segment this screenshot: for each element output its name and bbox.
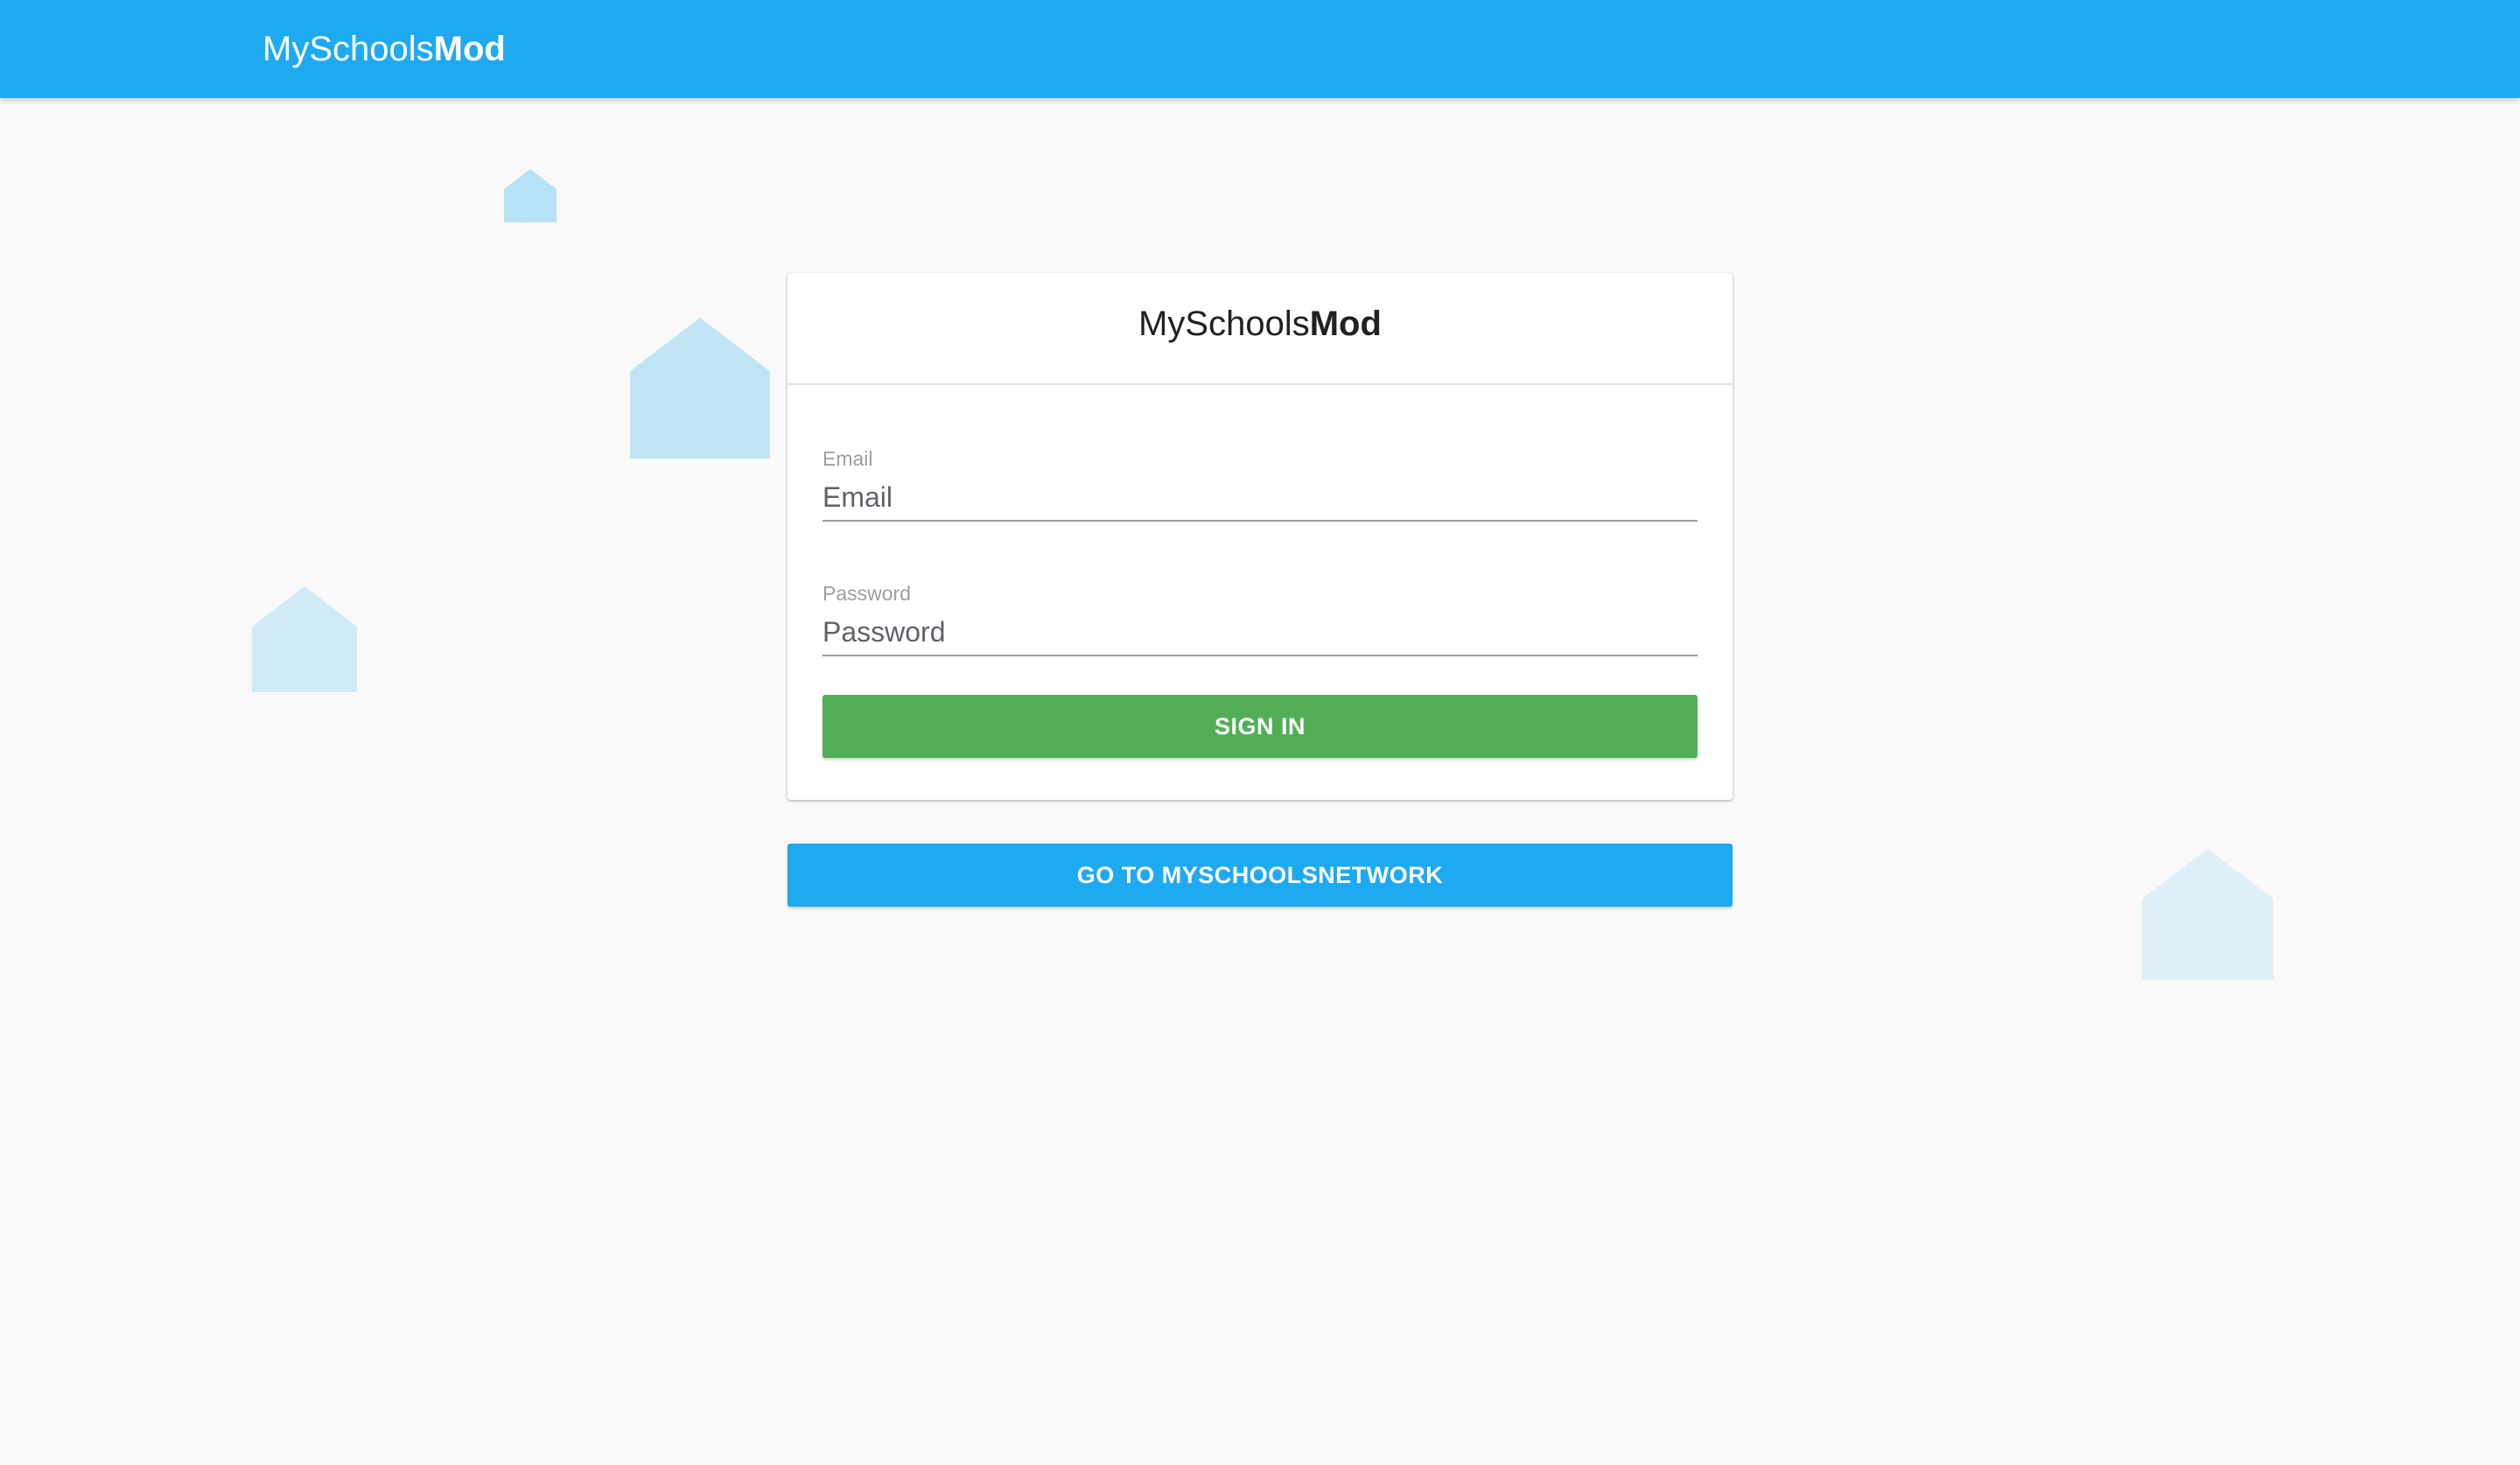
brand-name-light: MySchools	[262, 30, 434, 68]
top-app-bar: MySchoolsMod	[0, 0, 2520, 98]
house-icon	[504, 169, 556, 222]
app-brand-logo[interactable]: MySchoolsMod	[262, 26, 506, 72]
house-icon	[630, 318, 770, 459]
house-icon	[2142, 849, 2273, 980]
sign-in-button[interactable]: SIGN IN	[822, 695, 1698, 758]
login-card-header: MySchoolsMod	[788, 273, 1732, 385]
go-to-myschoolsnetwork-button[interactable]: GO TO MYSCHOOLSNETWORK	[788, 844, 1732, 907]
email-field[interactable]	[822, 474, 1698, 522]
brand-name-bold: Mod	[433, 30, 506, 68]
login-card: MySchoolsMod Email Password SIGN IN	[788, 273, 1732, 800]
password-field[interactable]	[822, 609, 1698, 656]
house-icon	[252, 586, 357, 692]
login-card-title: MySchoolsMod	[1138, 301, 1382, 347]
email-label: Email	[822, 447, 873, 470]
email-field-group: Email	[822, 446, 1698, 525]
card-title-bold: Mod	[1309, 305, 1382, 343]
password-label: Password	[822, 582, 911, 605]
password-field-group: Password	[822, 581, 1698, 660]
card-title-light: MySchools	[1138, 305, 1310, 343]
